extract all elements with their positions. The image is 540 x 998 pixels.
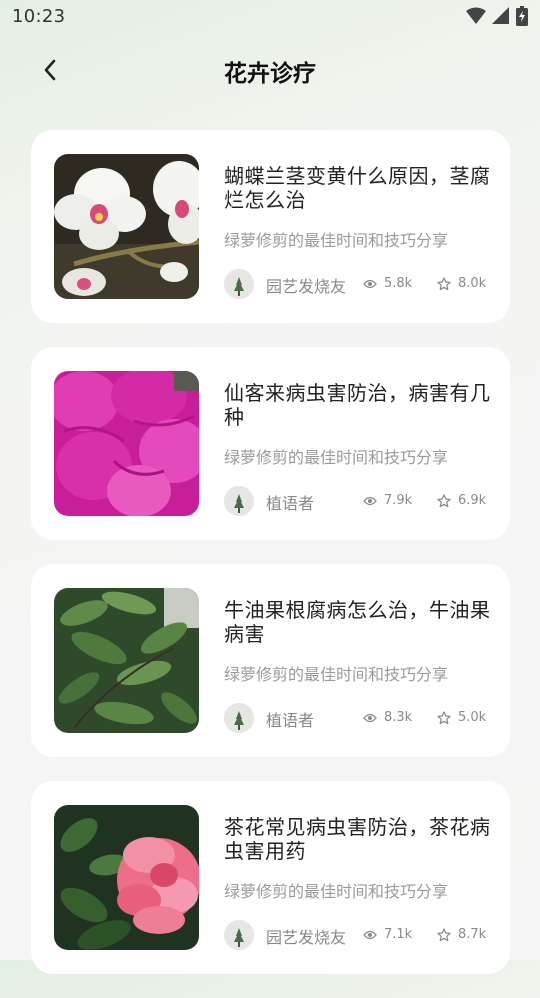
view-count: 5.8k: [363, 276, 412, 291]
star-count[interactable]: 8.7k: [437, 927, 486, 942]
article-thumbnail: [54, 588, 199, 733]
avatar: [224, 486, 254, 516]
view-count: 7.1k: [363, 927, 412, 942]
article-meta: 园艺发烧友 7.1k 8.7k: [224, 920, 494, 950]
article-thumbnail: [54, 154, 199, 299]
status-bar: 10:23: [0, 0, 540, 36]
star-count-value: 5.0k: [458, 710, 487, 725]
article-title: 牛油果根腐病怎么治，牛油果病害: [224, 598, 491, 646]
status-icons: [466, 6, 528, 30]
wifi-icon: [466, 7, 486, 29]
author-name: 园艺发烧友: [266, 928, 347, 947]
article-card[interactable]: 蝴蝶兰茎变黄什么原因，茎腐烂怎么治 绿萝修剪的最佳时间和技巧分享 园艺发烧友 5…: [31, 130, 510, 323]
star-count[interactable]: 5.0k: [437, 710, 486, 725]
article-title: 茶花常见病虫害防治，茶花病虫害用药: [224, 815, 491, 863]
star-count-value: 6.9k: [458, 493, 487, 508]
view-count-value: 5.8k: [384, 276, 413, 291]
eye-icon: [363, 279, 377, 288]
star-icon: [437, 710, 451, 724]
article-card[interactable]: 茶花常见病虫害防治，茶花病虫害用药 绿萝修剪的最佳时间和技巧分享 园艺发烧友 7…: [31, 781, 510, 974]
app-bar: 花卉诊疗: [0, 40, 540, 100]
article-thumbnail: [54, 805, 199, 950]
article-title: 仙客来病虫害防治，病害有几种: [224, 381, 491, 429]
avatar: [224, 269, 254, 299]
article-title: 蝴蝶兰茎变黄什么原因，茎腐烂怎么治: [224, 164, 491, 212]
page-title: 花卉诊疗: [224, 61, 316, 87]
article-card[interactable]: 牛油果根腐病怎么治，牛油果病害 绿萝修剪的最佳时间和技巧分享 植语者 8.3k …: [31, 564, 510, 757]
status-time: 10:23: [12, 6, 66, 27]
view-count-value: 7.9k: [384, 493, 413, 508]
star-count[interactable]: 8.0k: [437, 276, 486, 291]
star-icon: [437, 927, 451, 941]
star-count[interactable]: 6.9k: [437, 493, 486, 508]
author-name: 植语者: [266, 711, 315, 730]
view-count-value: 7.1k: [384, 927, 413, 942]
view-count-value: 8.3k: [384, 710, 413, 725]
star-count-value: 8.0k: [458, 276, 487, 291]
eye-icon: [363, 930, 377, 939]
article-subtitle: 绿萝修剪的最佳时间和技巧分享: [224, 448, 449, 467]
article-subtitle: 绿萝修剪的最佳时间和技巧分享: [224, 882, 449, 901]
view-count: 7.9k: [363, 493, 412, 508]
article-meta: 植语者 8.3k 5.0k: [224, 703, 494, 733]
article-card[interactable]: 仙客来病虫害防治，病害有几种 绿萝修剪的最佳时间和技巧分享 植语者 7.9k 6…: [31, 347, 510, 540]
article-subtitle: 绿萝修剪的最佳时间和技巧分享: [224, 665, 449, 684]
view-count: 8.3k: [363, 710, 412, 725]
article-meta: 园艺发烧友 5.8k 8.0k: [224, 269, 494, 299]
star-icon: [437, 276, 451, 290]
eye-icon: [363, 713, 377, 722]
article-thumbnail: [54, 371, 199, 516]
star-count-value: 8.7k: [458, 927, 487, 942]
author-name: 植语者: [266, 494, 315, 513]
article-meta: 植语者 7.9k 6.9k: [224, 486, 494, 516]
battery-icon: [516, 6, 528, 30]
article-list: 蝴蝶兰茎变黄什么原因，茎腐烂怎么治 绿萝修剪的最佳时间和技巧分享 园艺发烧友 5…: [31, 130, 510, 998]
avatar: [224, 920, 254, 950]
article-subtitle: 绿萝修剪的最佳时间和技巧分享: [224, 231, 449, 250]
avatar: [224, 703, 254, 733]
eye-icon: [363, 496, 377, 505]
author-name: 园艺发烧友: [266, 277, 347, 296]
signal-icon: [492, 7, 510, 29]
star-icon: [437, 493, 451, 507]
